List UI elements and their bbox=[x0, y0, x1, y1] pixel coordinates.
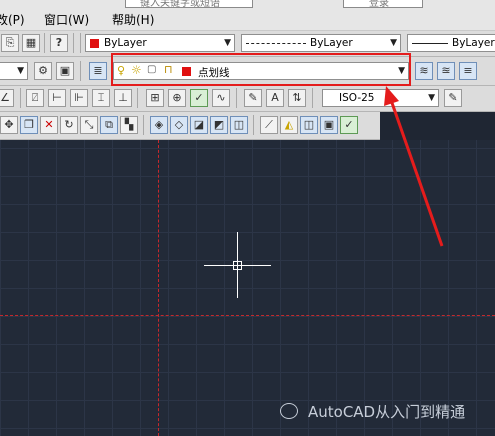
annotation-arrow bbox=[384, 86, 444, 247]
wechat-icon bbox=[280, 403, 298, 419]
